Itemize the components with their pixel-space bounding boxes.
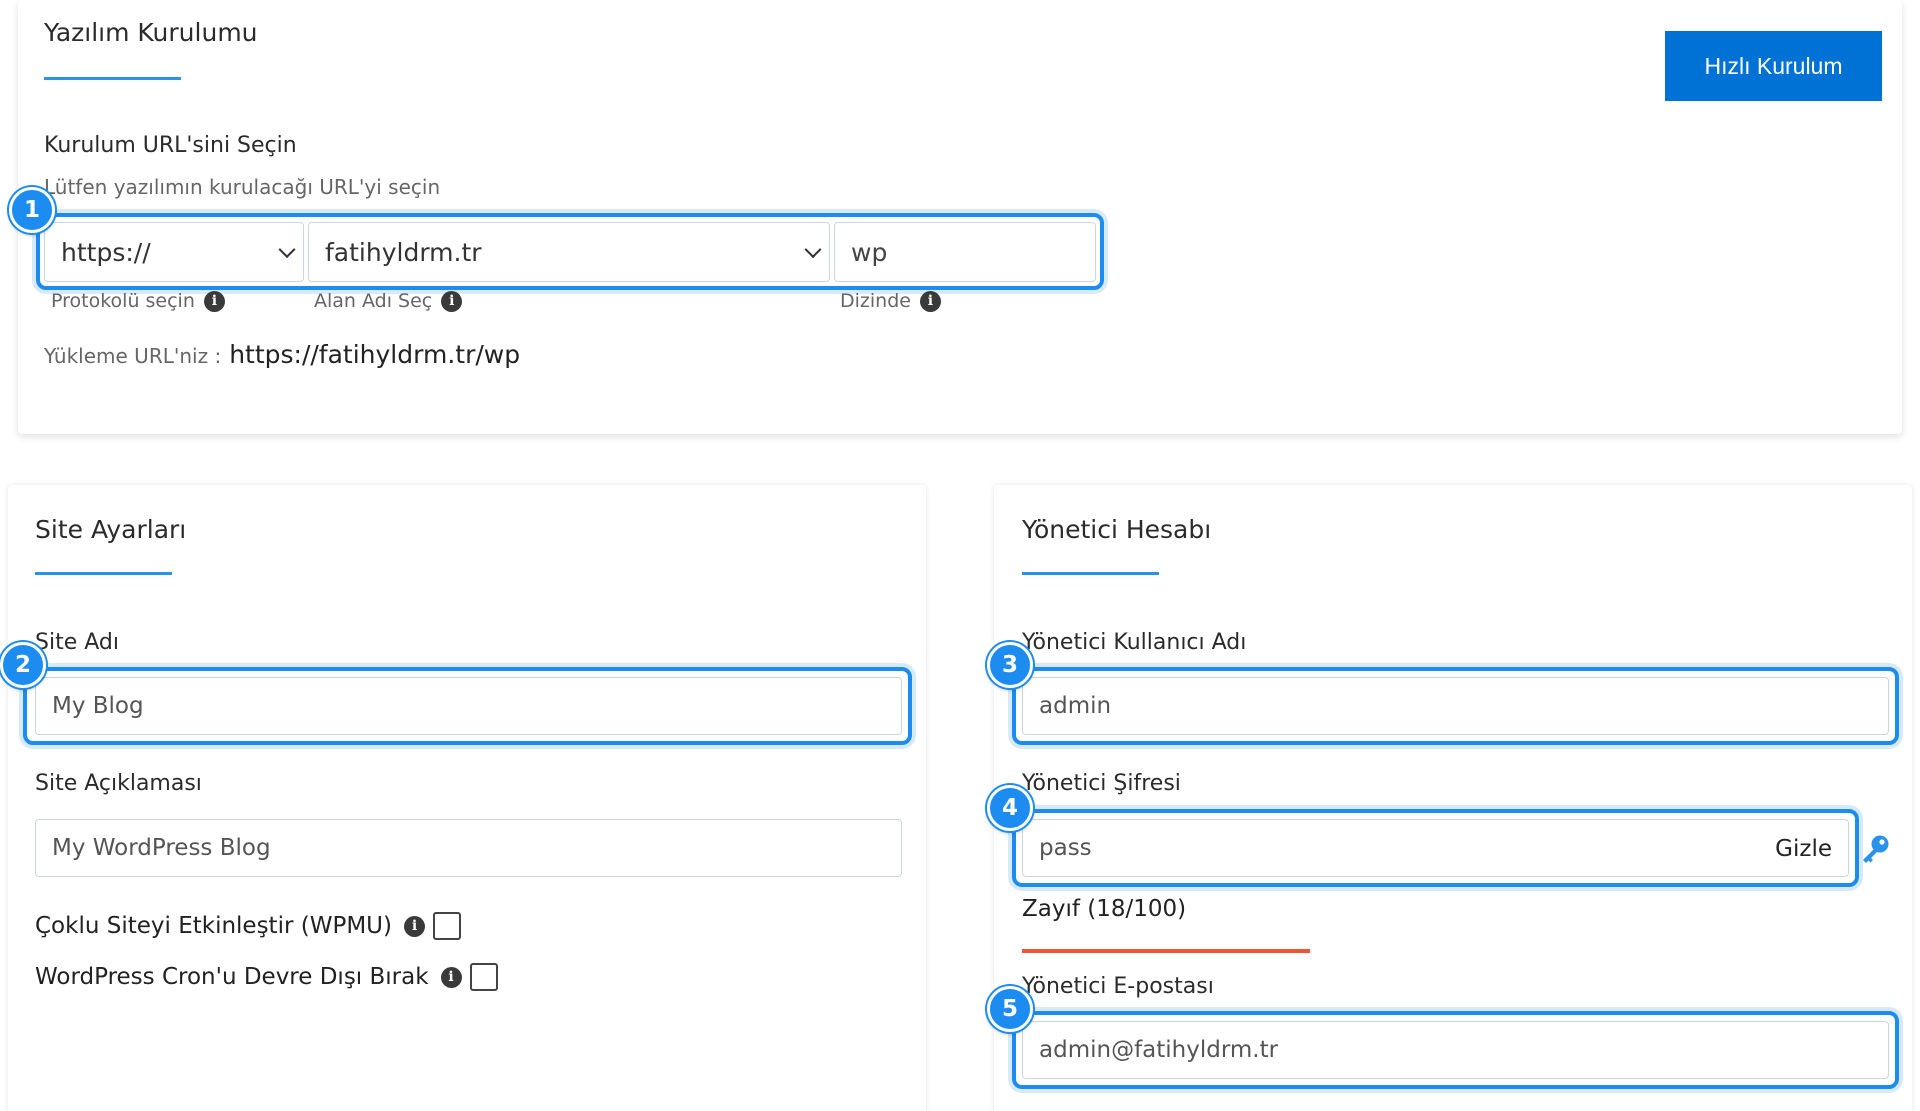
domain-caption: Alan Adı Seç i	[314, 290, 463, 312]
admin-username-label: Yönetici Kullanıcı Adı	[1022, 630, 1247, 655]
admin-password-input[interactable]: pass Gizle	[1022, 819, 1849, 877]
chevron-down-icon	[804, 241, 822, 259]
url-label: Kurulum URL'sini Seçin	[44, 133, 297, 158]
cron-checkbox[interactable]	[469, 963, 498, 991]
site-settings-title: Site Ayarları	[35, 515, 187, 544]
protocol-caption-text: Protokolü seçin	[51, 290, 195, 312]
admin-email-input[interactable]: admin@fatihyldrm.tr	[1022, 1021, 1889, 1079]
site-description-input[interactable]: My WordPress Blog	[35, 819, 902, 877]
step-badge-4: 4	[987, 785, 1033, 831]
admin-account-underline	[1022, 572, 1159, 575]
site-name-input[interactable]: My Blog	[35, 677, 902, 735]
info-icon[interactable]: i	[441, 290, 463, 312]
hide-password-toggle[interactable]: Gizle	[1775, 836, 1832, 862]
password-strength-text: Zayıf (18/100)	[1022, 896, 1187, 922]
directory-input[interactable]: wp	[834, 222, 1096, 282]
site-name-value: My Blog	[52, 693, 144, 719]
admin-email-value: admin@fatihyldrm.tr	[1039, 1037, 1279, 1063]
admin-username-value: admin	[1039, 693, 1112, 719]
admin-account-panel	[994, 485, 1912, 1111]
domain-value: fatihyldrm.tr	[325, 237, 482, 267]
multisite-row: Çoklu Siteyi Etkinleştir (WPMU) i	[35, 912, 461, 940]
admin-email-label: Yönetici E-postası	[1022, 974, 1214, 999]
multisite-checkbox[interactable]	[432, 912, 461, 940]
install-title: Yazılım Kurulumu	[44, 18, 258, 47]
cron-label: WordPress Cron'u Devre Dışı Bırak	[35, 964, 429, 990]
info-icon[interactable]: i	[403, 915, 425, 937]
site-settings-panel	[8, 485, 926, 1111]
step-badge-3: 3	[987, 642, 1033, 688]
admin-account-title: Yönetici Hesabı	[1022, 515, 1212, 544]
admin-password-value: pass	[1039, 835, 1092, 861]
url-hint: Lütfen yazılımın kurulacağı URL'yi seçin	[44, 175, 441, 199]
admin-password-label: Yönetici Şifresi	[1022, 771, 1181, 796]
step-badge-2: 2	[0, 642, 46, 688]
directory-value: wp	[851, 237, 888, 267]
step-badge-1: 1	[9, 187, 55, 233]
domain-select[interactable]: fatihyldrm.tr	[308, 222, 830, 282]
info-icon[interactable]: i	[440, 966, 462, 988]
site-description-label: Site Açıklaması	[35, 771, 202, 796]
admin-username-input[interactable]: admin	[1022, 677, 1889, 735]
multisite-label: Çoklu Siteyi Etkinleştir (WPMU)	[35, 913, 392, 939]
install-url-prefix: Yükleme URL'niz :	[44, 344, 222, 368]
chevron-down-icon	[278, 241, 296, 259]
directory-caption-text: Dizinde	[840, 290, 911, 312]
install-url-value: https://fatihyldrm.tr/wp	[229, 340, 521, 369]
install-title-underline	[44, 77, 181, 80]
install-url-row: Yükleme URL'niz : https://fatihyldrm.tr/…	[44, 340, 520, 369]
protocol-caption: Protokolü seçin i	[51, 290, 225, 312]
site-name-label: Site Adı	[35, 630, 119, 655]
quick-install-button[interactable]: Hızlı Kurulum	[1665, 31, 1882, 101]
protocol-value: https://	[61, 237, 151, 267]
domain-caption-text: Alan Adı Seç	[314, 290, 433, 312]
site-description-value: My WordPress Blog	[52, 835, 271, 861]
info-icon[interactable]: i	[203, 290, 225, 312]
cron-row: WordPress Cron'u Devre Dışı Bırak i	[35, 963, 498, 991]
site-settings-underline	[35, 572, 172, 575]
key-icon[interactable]	[1858, 832, 1892, 870]
step-badge-5: 5	[987, 986, 1033, 1032]
password-strength-bar	[1022, 949, 1310, 953]
info-icon[interactable]: i	[919, 290, 941, 312]
protocol-select[interactable]: https://	[44, 222, 304, 282]
directory-caption: Dizinde i	[840, 290, 941, 312]
